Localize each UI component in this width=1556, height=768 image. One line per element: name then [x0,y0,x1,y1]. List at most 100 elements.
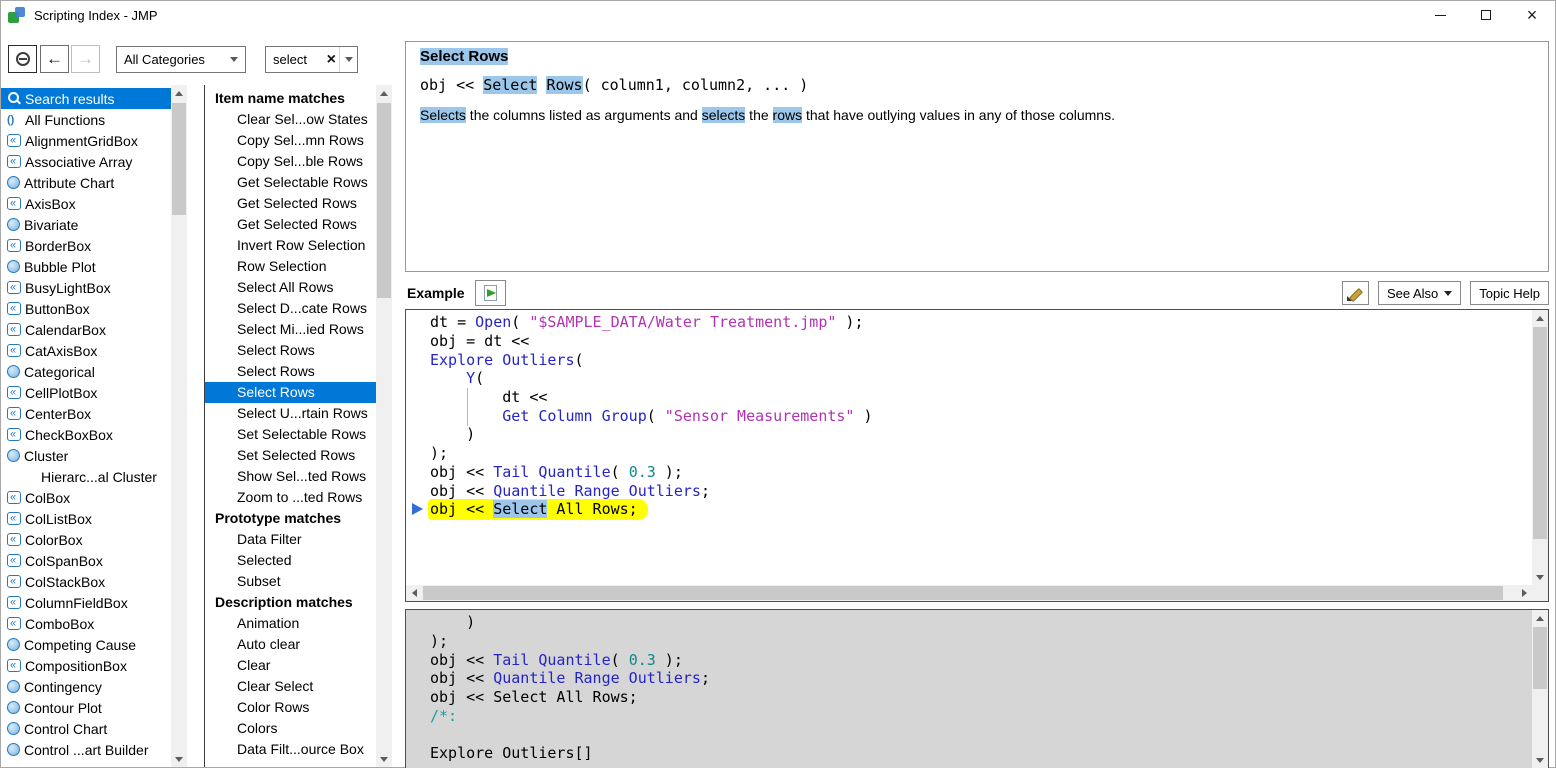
log-lines[interactable]: )); obj << Tail Quantile( 0.3 ); obj << Qu… [406,610,1532,768]
sidebar-item-competing-cause[interactable]: Competing Cause [1,634,171,655]
back-button[interactable] [40,45,69,73]
sidebar-item-axisbox[interactable]: AxisBox [1,193,171,214]
log-scrollbar[interactable] [1532,610,1548,768]
scrollbar-thumb[interactable] [1533,327,1547,539]
scroll-up-icon[interactable] [376,85,392,101]
log-output-panel[interactable]: )); obj << Tail Quantile( 0.3 ); obj << Qu… [405,609,1549,768]
sidebar-item-buttonbox[interactable]: ButtonBox [1,298,171,319]
sidebar-item-all-functions[interactable]: All Functions [1,109,171,130]
match-item-selected[interactable]: Selected [205,550,376,571]
match-item-data-filt-ource-box[interactable]: Data Filt...ource Box [205,739,376,760]
match-item-select-d-cate-rows[interactable]: Select D...cate Rows [205,298,376,319]
sidebar-item-bubble-plot[interactable]: Bubble Plot [1,256,171,277]
sidebar-item-contour-plot[interactable]: Contour Plot [1,697,171,718]
scrollbar-thumb[interactable] [377,103,391,298]
scroll-up-icon[interactable] [1532,610,1548,626]
sidebar-item-centerbox[interactable]: CenterBox [1,403,171,424]
match-item-animation[interactable]: Animation [205,613,376,634]
match-item-data-filter[interactable]: Data Filter [205,529,376,550]
code-lines[interactable]: dt = Open( "$SAMPLE_DATA/Water Treatment… [406,310,1532,585]
match-item-set-selected-rows[interactable]: Set Selected Rows [205,445,376,466]
example-code-editor[interactable]: dt = Open( "$SAMPLE_DATA/Water Treatment… [405,309,1549,602]
edit-script-button[interactable] [1341,281,1369,305]
scrollbar-thumb[interactable] [1533,627,1547,689]
minus-circle-button[interactable] [8,45,37,73]
sidebar-item-compositionbox[interactable]: CompositionBox [1,655,171,676]
match-item-select-mi-ied-rows[interactable]: Select Mi...ied Rows [205,319,376,340]
match-item-copy-sel-mn-rows[interactable]: Copy Sel...mn Rows [205,130,376,151]
editor-horizontal-scrollbar[interactable] [406,585,1532,601]
sidebar-item-busylightbox[interactable]: BusyLightBox [1,277,171,298]
sidebar-item-colbox[interactable]: ColBox [1,487,171,508]
sidebar-item-cluster[interactable]: Cluster [1,445,171,466]
match-item-zoom-to-ted-rows[interactable]: Zoom to ...ted Rows [205,487,376,508]
match-item-show-sel-ted-rows[interactable]: Show Sel...ted Rows [205,466,376,487]
scroll-down-icon[interactable] [171,751,187,767]
sidebar-item-colspanbox[interactable]: ColSpanBox [1,550,171,571]
sidebar-item-checkboxbox[interactable]: CheckBoxBox [1,424,171,445]
match-item-clear[interactable]: Clear [205,655,376,676]
sidebar-item-bivariate[interactable]: Bivariate [1,214,171,235]
sidebar-item-columnfieldbox[interactable]: ColumnFieldBox [1,592,171,613]
sidebar-item-calendarbox[interactable]: CalendarBox [1,319,171,340]
sidebar-scrollbar[interactable] [171,85,187,767]
match-item-colors[interactable]: Colors [205,718,376,739]
see-also-button[interactable]: See Also [1377,281,1462,305]
match-item-row-selection[interactable]: Row Selection [205,256,376,277]
sidebar-item-collistbox[interactable]: ColListBox [1,508,171,529]
scroll-up-icon[interactable] [1532,310,1548,326]
match-item-color-rows[interactable]: Color Rows [205,697,376,718]
match-item-copy-sel-ble-rows[interactable]: Copy Sel...ble Rows [205,151,376,172]
sidebar-item-attribute-chart[interactable]: Attribute Chart [1,172,171,193]
sidebar-item-colorbox[interactable]: ColorBox [1,529,171,550]
minimize-button[interactable] [1417,1,1463,29]
sidebar-item-search-results[interactable]: Search results [1,88,171,109]
scroll-right-icon[interactable] [1516,585,1532,601]
match-item-get-selected-rows[interactable]: Get Selected Rows [205,214,376,235]
search-combobox[interactable]: select [265,46,358,73]
scroll-down-icon[interactable] [1532,752,1548,768]
match-item-select-rows[interactable]: Select Rows [205,382,376,403]
match-item-invert-row-selection[interactable]: Invert Row Selection [205,235,376,256]
match-item-select-all-rows[interactable]: Select All Rows [205,277,376,298]
match-item-get-selectable-rows[interactable]: Get Selectable Rows [205,172,376,193]
sidebar-item-contingency[interactable]: Contingency [1,676,171,697]
sidebar-item-associative-array[interactable]: Associative Array [1,151,171,172]
scroll-down-icon[interactable] [1532,569,1548,585]
sidebar-item-control-chart[interactable]: Control Chart [1,718,171,739]
maximize-button[interactable] [1463,1,1509,29]
matches-scrollbar[interactable] [376,85,392,767]
clear-search-icon[interactable] [327,52,336,68]
match-item-select-u-rtain-rows[interactable]: Select U...rtain Rows [205,403,376,424]
match-item-auto-clear[interactable]: Auto clear [205,634,376,655]
sidebar-item-cellplotbox[interactable]: CellPlotBox [1,382,171,403]
match-item-set-selectable-rows[interactable]: Set Selectable Rows [205,424,376,445]
sidebar-item-alignmentgridbox[interactable]: AlignmentGridBox [1,130,171,151]
match-item-clear-select[interactable]: Clear Select [205,676,376,697]
scrollbar-thumb[interactable] [172,103,186,215]
sidebar-item-combobox[interactable]: ComboBox [1,613,171,634]
sidebar-item-hierarc-al-cluster[interactable]: Hierarc...al Cluster [1,466,171,487]
sidebar-item-borderbox[interactable]: BorderBox [1,235,171,256]
close-button[interactable] [1509,1,1555,29]
topic-help-button[interactable]: Topic Help [1470,281,1549,305]
match-item-select-rows[interactable]: Select Rows [205,340,376,361]
match-item-get-selected-rows[interactable]: Get Selected Rows [205,193,376,214]
scroll-left-icon[interactable] [406,585,422,601]
search-input[interactable]: select [273,52,327,67]
sidebar-item-colstackbox[interactable]: ColStackBox [1,571,171,592]
sidebar-item-control-art-builder[interactable]: Control ...art Builder [1,739,171,760]
forward-button[interactable] [71,45,100,73]
match-item-clear-sel-ow-states[interactable]: Clear Sel...ow States [205,109,376,130]
sidebar-item-categorical[interactable]: Categorical [1,361,171,382]
category-dropdown[interactable]: All Categories [116,46,246,73]
search-dropdown-button[interactable] [339,47,357,72]
match-item-subset[interactable]: Subset [205,571,376,592]
run-example-button[interactable] [474,280,506,306]
sidebar-item-cataxisbox[interactable]: CatAxisBox [1,340,171,361]
scroll-up-icon[interactable] [171,85,187,101]
scroll-down-icon[interactable] [376,751,392,767]
scrollbar-thumb[interactable] [423,586,1503,600]
match-item-select-rows[interactable]: Select Rows [205,361,376,382]
editor-vertical-scrollbar[interactable] [1532,310,1548,585]
